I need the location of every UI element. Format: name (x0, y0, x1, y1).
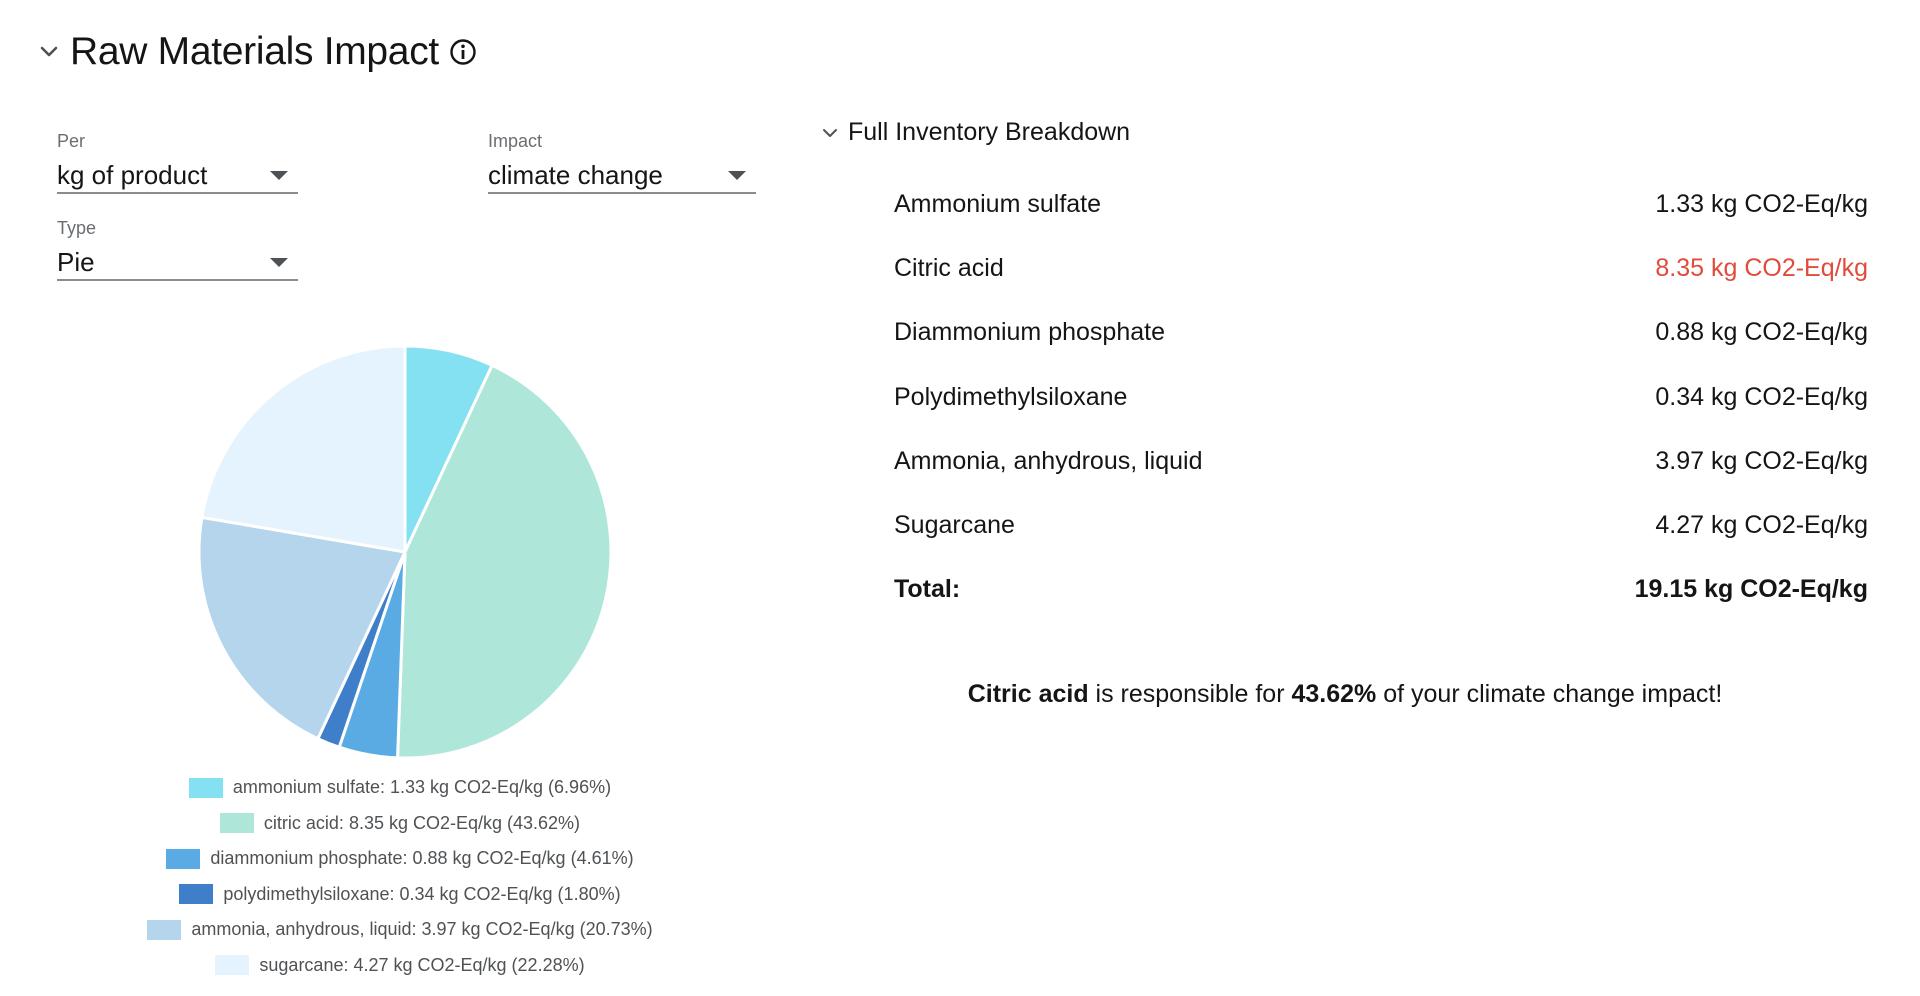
inventory-total-row: Total: 19.15 kg CO2-Eq/kg (894, 558, 1868, 622)
pie-chart (0, 330, 790, 770)
impact-summary: Citric acid is responsible for 43.62% of… (822, 680, 1868, 709)
inventory-row: Sugarcane 4.27 kg CO2-Eq/kg (894, 493, 1868, 557)
breakdown-title: Full Inventory Breakdown (848, 118, 1131, 146)
legend-label: citric acid: 8.35 kg CO2-Eq/kg (43.62%) (263, 812, 581, 833)
caret-down-icon (270, 257, 288, 267)
type-value: Pie (57, 246, 95, 277)
inventory-row: Diammonium phosphate 0.88 kg CO2-Eq/kg (894, 301, 1868, 365)
chevron-down-icon (40, 46, 58, 57)
legend-item[interactable]: diammonium phosphate: 0.88 kg CO2-Eq/kg … (0, 841, 800, 877)
per-label: Per (57, 131, 86, 151)
inventory-row: Polydimethylsiloxane 0.34 kg CO2-Eq/kg (894, 365, 1868, 429)
legend-item[interactable]: polydimethylsiloxane: 0.34 kg CO2-Eq/kg … (0, 877, 800, 913)
material-value: 0.88 kg CO2-Eq/kg (1655, 318, 1868, 347)
legend-swatch (147, 919, 182, 940)
material-name: Citric acid (894, 253, 1004, 282)
info-circle-icon[interactable] (449, 38, 477, 66)
material-name: Ammonium sulfate (894, 189, 1102, 218)
inventory-row: Citric acid 8.35 kg CO2-Eq/kg (894, 236, 1868, 300)
legend-swatch (215, 955, 250, 976)
material-value: 3.97 kg CO2-Eq/kg (1655, 446, 1868, 475)
legend-swatch (166, 848, 201, 869)
per-value: kg of product (57, 159, 208, 190)
caret-down-icon (728, 170, 746, 180)
material-name: Ammonia, anhydrous, liquid (894, 446, 1203, 475)
impact-value: climate change (488, 159, 663, 190)
type-dropdown[interactable]: Pie (57, 245, 298, 281)
per-select: Per kg of product (57, 131, 298, 194)
total-value: 19.15 kg CO2-Eq/kg (1634, 575, 1868, 604)
material-name: Diammonium phosphate (894, 318, 1165, 347)
summary-text-mid: is responsible for (1088, 680, 1292, 708)
inventory-row: Ammonia, anhydrous, liquid 3.97 kg CO2-E… (894, 429, 1868, 493)
inventory-row: Ammonium sulfate 1.33 kg CO2-Eq/kg (894, 172, 1868, 236)
legend-label: polydimethylsiloxane: 0.34 kg CO2-Eq/kg … (223, 883, 621, 904)
legend-item[interactable]: sugarcane: 4.27 kg CO2-Eq/kg (22.28%) (0, 948, 800, 984)
legend-label: ammonia, anhydrous, liquid: 3.97 kg CO2-… (191, 919, 653, 940)
pie-chart-svg (197, 344, 613, 760)
pie-slice-sugarcane[interactable] (200, 344, 407, 554)
legend-item[interactable]: ammonia, anhydrous, liquid: 3.97 kg CO2-… (0, 912, 800, 948)
section-header: Raw Materials Impact (38, 30, 477, 74)
summary-material: Citric acid (967, 680, 1089, 708)
legend-item[interactable]: citric acid: 8.35 kg CO2-Eq/kg (43.62%) (0, 806, 800, 842)
legend-label: sugarcane: 4.27 kg CO2-Eq/kg (22.28%) (259, 954, 585, 975)
chevron-down-icon (823, 128, 837, 137)
caret-down-icon (270, 170, 288, 180)
legend-item[interactable]: ammonium sulfate: 1.33 kg CO2-Eq/kg (6.9… (0, 770, 800, 806)
type-select: Type Pie (57, 218, 298, 281)
summary-text-end: of your climate change impact! (1376, 680, 1723, 708)
material-name: Polydimethylsiloxane (894, 382, 1128, 411)
summary-percent: 43.62% (1291, 680, 1377, 708)
material-value: 1.33 kg CO2-Eq/kg (1655, 189, 1868, 218)
impact-label: Impact (488, 131, 543, 151)
full-inventory-breakdown-toggle[interactable]: Full Inventory Breakdown (822, 118, 1130, 147)
legend-swatch (188, 777, 223, 798)
material-value: 4.27 kg CO2-Eq/kg (1655, 511, 1868, 540)
page-title: Raw Materials Impact (70, 30, 439, 73)
impact-dropdown[interactable]: climate change (488, 158, 756, 194)
collapse-toggle-button[interactable] (38, 41, 60, 63)
material-value: 0.34 kg CO2-Eq/kg (1655, 382, 1868, 411)
legend-swatch (179, 884, 214, 905)
legend-label: diammonium phosphate: 0.88 kg CO2-Eq/kg … (210, 848, 634, 869)
legend-swatch (219, 813, 254, 834)
per-dropdown[interactable]: kg of product (57, 158, 298, 194)
impact-select: Impact climate change (488, 131, 756, 194)
total-label: Total: (894, 575, 961, 604)
inventory-table: Ammonium sulfate 1.33 kg CO2-Eq/kg Citri… (894, 172, 1868, 622)
material-name: Sugarcane (894, 511, 1015, 540)
type-label: Type (57, 218, 97, 238)
chart-legend: ammonium sulfate: 1.33 kg CO2-Eq/kg (6.9… (0, 770, 800, 983)
legend-label: ammonium sulfate: 1.33 kg CO2-Eq/kg (6.9… (232, 777, 612, 798)
material-value-highlighted: 8.35 kg CO2-Eq/kg (1655, 253, 1868, 282)
